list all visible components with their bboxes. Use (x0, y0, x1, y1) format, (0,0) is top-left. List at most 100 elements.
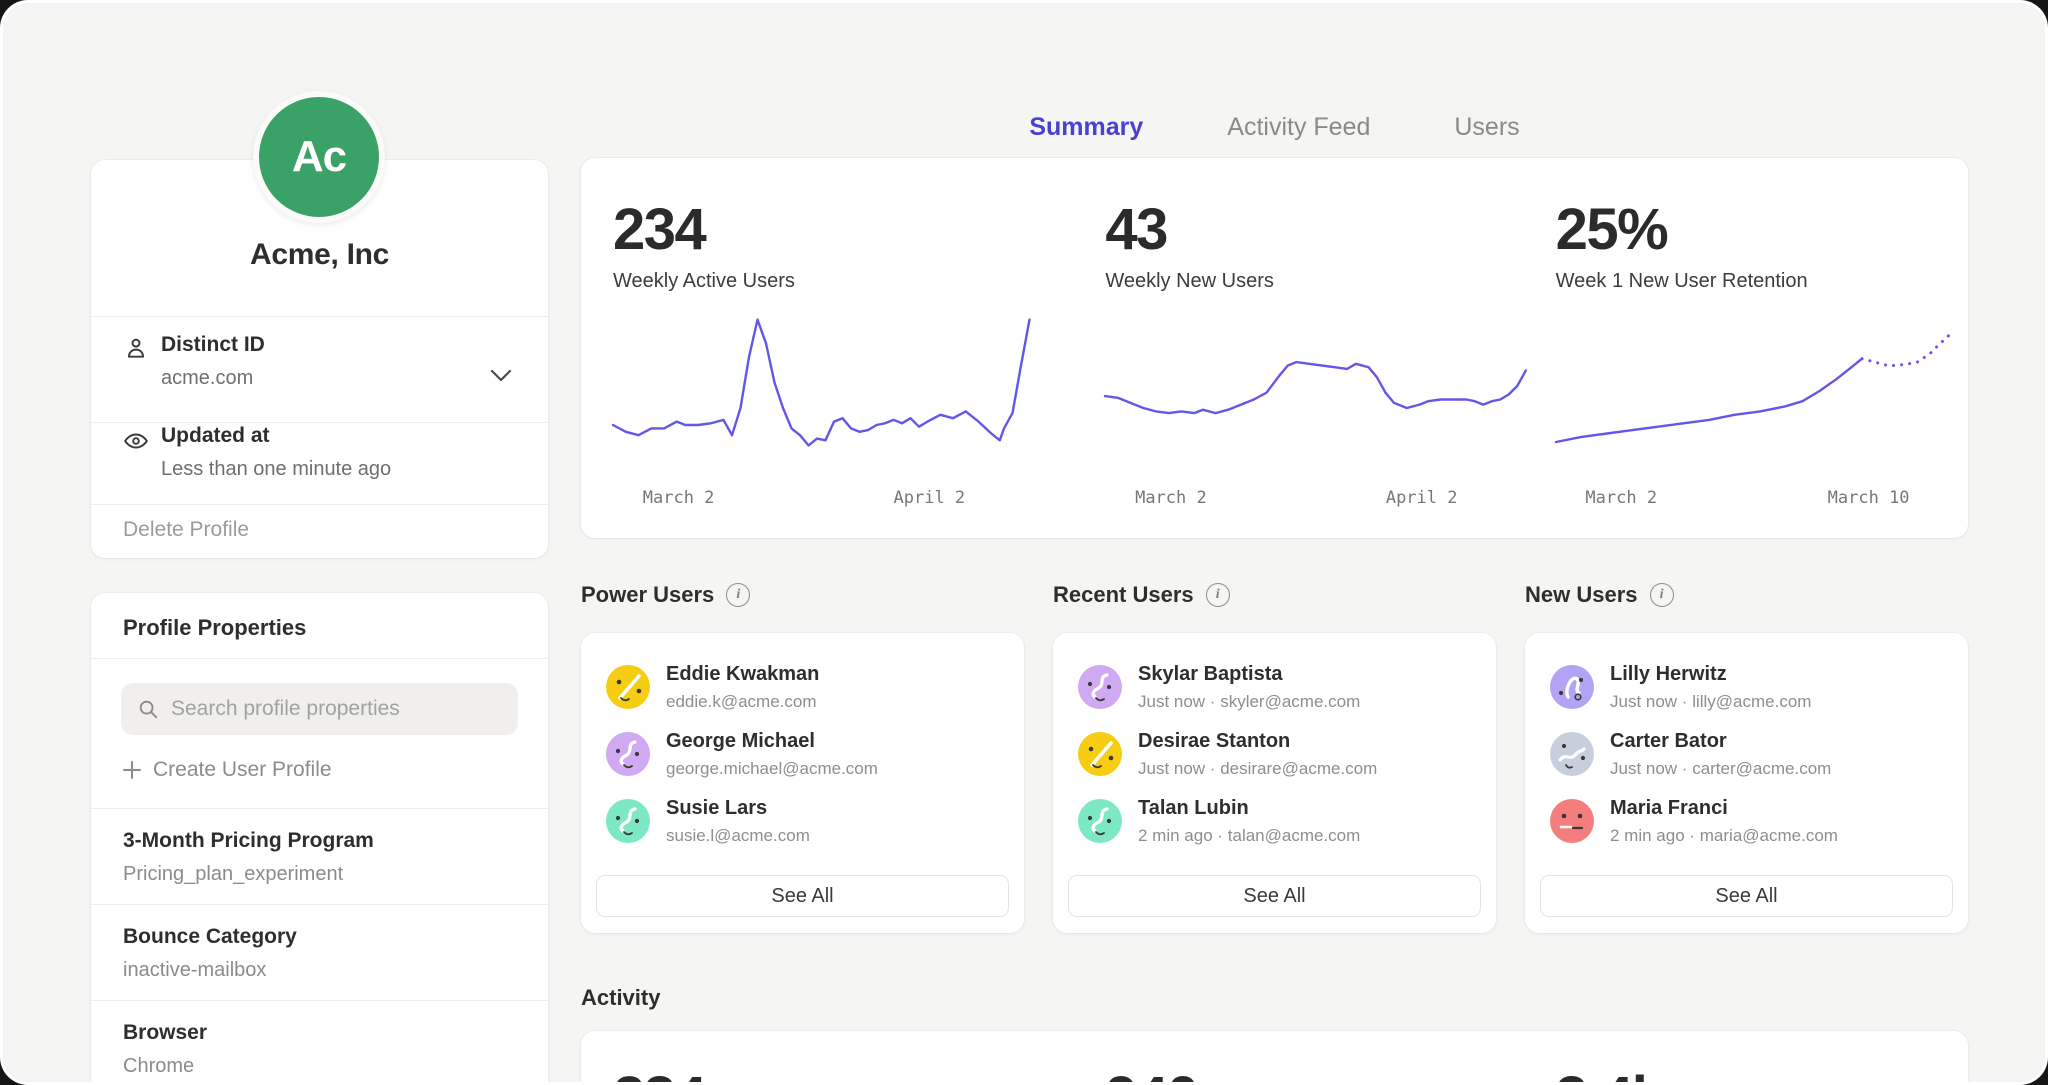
user-row[interactable]: Eddie Kwakman eddie.k@acme.com (606, 663, 1004, 715)
user-detail: Just now · desirare@acme.com (1138, 759, 1377, 779)
user-name: Carter Bator (1610, 730, 1727, 753)
stat-week1-retention: 25% Week 1 New User Retention March 2 Ma… (1506, 158, 1968, 538)
distinct-id-label: Distinct ID (161, 333, 265, 357)
x-tick: March 10 (1828, 488, 1910, 508)
user-name: Lilly Herwitz (1610, 663, 1727, 686)
user-row[interactable]: Talan Lubin 2 min ago · talan@acme.com (1078, 797, 1476, 849)
profile-properties-search (121, 683, 518, 735)
divider (91, 504, 548, 505)
property-row-browser[interactable]: Browser Chrome (91, 1001, 548, 1085)
tab-bar: Summary Activity Feed Users (581, 113, 1968, 148)
new-users-card: Lilly Herwitz Just now · lilly@acme.com … (1525, 633, 1968, 933)
tab-activity-feed[interactable]: Activity Feed (1227, 113, 1370, 148)
x-tick: April 2 (894, 488, 966, 508)
stat-label: Week 1 New User Retention (1556, 270, 1968, 293)
user-name: Eddie Kwakman (666, 663, 819, 686)
property-value: Chrome (123, 1055, 194, 1078)
user-sections: Power Users i Eddie Kwakman eddie.k@acme… (581, 581, 1968, 933)
user-detail: Just now · skyler@acme.com (1138, 692, 1360, 712)
user-detail: george.michael@acme.com (666, 759, 878, 779)
chart-x-axis: March 2 April 2 (613, 488, 1038, 512)
user-name: Maria Franci (1610, 797, 1728, 820)
section-title: New Users (1525, 582, 1638, 608)
info-icon[interactable]: i (1650, 583, 1674, 607)
create-user-profile-label: Create User Profile (153, 758, 332, 782)
company-avatar: Ac (253, 91, 385, 223)
x-tick: March 2 (643, 488, 715, 508)
updated-at-value: Less than one minute ago (161, 458, 391, 481)
user-avatar (1078, 732, 1122, 776)
updated-at-label: Updated at (161, 424, 270, 448)
user-row[interactable]: Susie Lars susie.l@acme.com (606, 797, 1004, 849)
x-tick: March 2 (1135, 488, 1207, 508)
property-row-bounce-category[interactable]: Bounce Category inactive-mailbox (91, 905, 548, 1000)
power-users-card: Eddie Kwakman eddie.k@acme.com George Mi… (581, 633, 1024, 933)
section-title: Power Users (581, 582, 714, 608)
stat-value: 25% (1556, 200, 1968, 260)
user-row[interactable]: Carter Bator Just now · carter@acme.com (1550, 730, 1948, 782)
profile-properties-card: Profile Properties Create User Profile 3… (91, 593, 548, 1085)
distinct-id-row[interactable]: Distinct ID acme.com (91, 333, 548, 423)
company-avatar-initials: Ac (292, 132, 346, 182)
user-avatar (606, 799, 650, 843)
user-row[interactable]: Desirae Stanton Just now · desirare@acme… (1078, 730, 1476, 782)
property-name: 3-Month Pricing Program (123, 829, 374, 853)
divider (91, 316, 548, 317)
tab-summary[interactable]: Summary (1029, 113, 1143, 148)
user-name: Talan Lubin (1138, 797, 1249, 820)
weekly-active-users-chart (613, 306, 1038, 476)
user-avatar (1078, 799, 1122, 843)
plus-icon (123, 761, 141, 779)
distinct-id-value: acme.com (161, 367, 253, 390)
see-all-button[interactable]: See All (1068, 875, 1481, 917)
user-avatar (1550, 799, 1594, 843)
see-all-button[interactable]: See All (1540, 875, 1953, 917)
info-icon[interactable]: i (726, 583, 750, 607)
user-row[interactable]: Maria Franci 2 min ago · maria@acme.com (1550, 797, 1948, 849)
company-name: Acme, Inc (91, 238, 548, 272)
tab-users[interactable]: Users (1454, 113, 1519, 148)
section-new-users: New Users i Lilly Herwitz Just now · lil… (1525, 581, 1968, 933)
user-avatar (606, 665, 650, 709)
user-row[interactable]: George Michael george.michael@acme.com (606, 730, 1004, 782)
activity-stat-value: 3.4k (1556, 1068, 1968, 1085)
updated-at-row: Updated at Less than one minute ago (91, 424, 548, 514)
search-input[interactable] (171, 683, 501, 735)
user-row[interactable]: Skylar Baptista Just now · skyler@acme.c… (1078, 663, 1476, 715)
create-user-profile-button[interactable]: Create User Profile (123, 758, 332, 782)
property-value: inactive-mailbox (123, 959, 266, 982)
user-detail: eddie.k@acme.com (666, 692, 817, 712)
section-title: Recent Users (1053, 582, 1194, 608)
week1-retention-chart (1556, 306, 1981, 476)
person-icon (123, 335, 149, 361)
user-avatar (606, 732, 650, 776)
property-name: Bounce Category (123, 925, 297, 949)
eye-icon (123, 428, 149, 454)
stat-weekly-new-users: 43 Weekly New Users March 2 April 2 (1043, 158, 1505, 538)
chevron-down-icon[interactable] (490, 369, 512, 383)
user-row[interactable]: Lilly Herwitz Just now · lilly@acme.com (1550, 663, 1948, 715)
x-tick: April 2 (1386, 488, 1458, 508)
activity-card: 234 940 3.4k (581, 1031, 1968, 1085)
stat-weekly-active-users: 234 Weekly Active Users March 2 April 2 (581, 158, 1043, 538)
property-row-pricing-program[interactable]: 3-Month Pricing Program Pricing_plan_exp… (91, 809, 548, 904)
section-recent-users: Recent Users i Skylar Baptista Just now … (1053, 581, 1496, 933)
divider (91, 422, 548, 423)
user-avatar (1550, 665, 1594, 709)
stat-value: 43 (1105, 200, 1505, 260)
activity-stat-value: 234 (613, 1068, 1043, 1085)
stat-value: 234 (613, 200, 1043, 260)
x-tick: March 2 (1585, 488, 1657, 508)
activity-stat-value: 940 (1105, 1068, 1505, 1085)
user-detail: susie.l@acme.com (666, 826, 810, 846)
stat-label: Weekly New Users (1105, 270, 1505, 293)
chart-x-axis: March 2 April 2 (1105, 488, 1530, 512)
profile-properties-title: Profile Properties (123, 615, 306, 641)
summary-card: 234 Weekly Active Users March 2 April 2 … (581, 158, 1968, 538)
user-name: Desirae Stanton (1138, 730, 1290, 753)
info-icon[interactable]: i (1206, 583, 1230, 607)
user-name: George Michael (666, 730, 815, 753)
see-all-button[interactable]: See All (596, 875, 1009, 917)
delete-profile-button[interactable]: Delete Profile (123, 518, 249, 542)
property-value: Pricing_plan_experiment (123, 863, 343, 886)
